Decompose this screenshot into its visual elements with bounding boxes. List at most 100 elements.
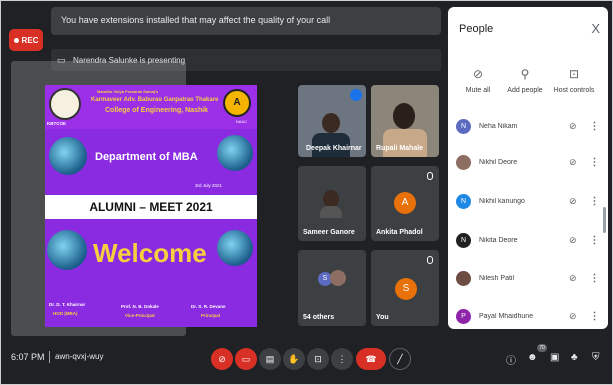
more-options-icon[interactable]: ⋮ <box>590 196 600 207</box>
record-icon <box>13 37 19 43</box>
add-people-label: Add people <box>507 87 543 94</box>
participant-name: Nikhil Deore <box>479 158 518 166</box>
decor-people-image <box>49 137 87 175</box>
naac-badge-icon: A <box>223 89 251 117</box>
participant-count-badge: 70 <box>537 344 547 352</box>
bottom-toolbar: 6:07 PM awn-qvxj-wuy ⊘ ▭ ▤ ✋ ⊡ ⋮ ☎ ╱ ⓘ ☻… <box>1 336 612 384</box>
mic-off-icon[interactable]: ⊘ <box>569 235 577 246</box>
participant-tile[interactable]: A Ankita Phadol <box>371 166 439 241</box>
activities-button[interactable]: ╱ <box>389 348 411 370</box>
decor-tech-image <box>217 135 253 171</box>
info-icon[interactable]: ⓘ <box>506 352 516 367</box>
slide-date: 3rd July 2021 <box>195 183 223 188</box>
mic-off-icon[interactable]: ⊘ <box>569 273 577 284</box>
mute-all-label: Mute all <box>465 87 491 94</box>
participant-name: Payal Mhaidhune <box>479 312 534 320</box>
tile-name: You <box>376 314 389 321</box>
participant-photo-body <box>383 129 427 157</box>
avatar: A <box>394 192 416 214</box>
person-name-3: Dr. S. R. Devane <box>191 304 226 309</box>
participant-row[interactable]: N Neha Nikam ⊘ ⋮ <box>456 115 606 137</box>
decor-globe-image <box>47 230 87 270</box>
more-options-icon[interactable]: ⋮ <box>590 273 600 284</box>
person-name-2: Prof. N. B. Dokale <box>121 304 159 309</box>
participant-name: Neha Nikam <box>479 122 518 130</box>
host-controls-label: Host controls <box>553 87 595 94</box>
avatar <box>456 270 471 286</box>
slide-welcome: Welcome <box>93 238 207 268</box>
raise-hand-button[interactable]: ✋ <box>283 348 305 370</box>
naac-label: NAAC <box>235 119 247 124</box>
participant-name: Nikhil kanungo <box>479 197 525 205</box>
slide-department: Department of MBA <box>95 151 198 163</box>
leave-call-button[interactable]: ☎ <box>356 348 386 370</box>
chat-icon[interactable]: ▣ <box>550 352 559 363</box>
participant-row[interactable]: Nikhil Deore ⊘ ⋮ <box>456 151 606 173</box>
activities-icon[interactable]: ♣ <box>571 352 578 363</box>
present-button[interactable]: ⊡ <box>307 348 329 370</box>
participant-tile[interactable]: Deepak Khairnar <box>298 85 366 157</box>
mic-off-icon[interactable]: ⊘ <box>569 311 577 322</box>
more-options-icon[interactable]: ⋮ <box>590 235 600 246</box>
host-controls-button[interactable]: ⊡ Host controls <box>544 67 604 94</box>
mic-toggle-button[interactable]: ⊘ <box>211 348 233 370</box>
more-options-icon[interactable]: ⋮ <box>590 157 600 168</box>
participant-tile[interactable]: Rupali Mahale <box>371 85 439 157</box>
notice-text: You have extensions installed that may a… <box>61 15 331 25</box>
mic-off-icon <box>427 172 433 180</box>
institute-line2: Karmaveer Adv. Baburao Ganpatrao Thakare <box>91 97 219 103</box>
camera-toggle-button[interactable]: ▭ <box>235 348 257 370</box>
meeting-code: awn-qvxj-wuy <box>55 352 104 361</box>
avatar-group-icon <box>330 270 346 286</box>
avatar: S <box>395 278 417 300</box>
avatar: N <box>456 193 471 209</box>
people-icon[interactable]: ☻ <box>527 352 538 363</box>
participant-tile[interactable]: Sameer Ganore <box>298 166 366 241</box>
person-name-1: Dr. D. T. Khairnar <box>49 302 86 307</box>
panel-title: People <box>459 23 494 35</box>
extensions-notice: You have extensions installed that may a… <box>51 7 441 35</box>
more-options-button[interactable]: ⋮ <box>331 348 353 370</box>
mic-off-icon: ⊘ <box>218 353 226 364</box>
avatar: P <box>456 308 471 324</box>
tile-name: 54 others <box>303 314 335 321</box>
college-logo-icon <box>49 88 81 120</box>
avatar: N <box>456 118 471 134</box>
participant-row[interactable]: N Nikita Deore ⊘ ⋮ <box>456 229 606 251</box>
captions-button[interactable]: ▤ <box>259 348 281 370</box>
recording-indicator: REC <box>9 29 43 51</box>
captions-icon: ▤ <box>265 353 275 364</box>
decor-network-image <box>217 230 253 266</box>
rec-label: REC <box>21 35 39 45</box>
participant-photo <box>393 103 415 129</box>
more-options-icon[interactable]: ⋮ <box>590 121 600 132</box>
participant-name: Nilesh Patil <box>479 274 515 282</box>
present-icon: ⊡ <box>314 353 322 364</box>
participant-tile[interactable]: S 54 others <box>298 250 366 326</box>
avatar: N <box>456 232 471 248</box>
event-banner: ALUMNI – MEET 2021 <box>45 195 257 219</box>
participant-photo <box>322 113 340 133</box>
participant-row[interactable]: Nilesh Patil ⊘ ⋮ <box>456 267 606 289</box>
tile-name: Ankita Phadol <box>376 229 423 236</box>
participant-photo-body <box>320 206 342 218</box>
avatar <box>456 154 471 170</box>
mic-off-icon[interactable]: ⊘ <box>569 157 577 168</box>
more-options-icon[interactable]: ⋮ <box>590 311 600 322</box>
self-tile[interactable]: S You <box>371 250 439 326</box>
mic-off-icon[interactable]: ⊘ <box>569 121 577 132</box>
panel-scrollbar[interactable] <box>603 207 606 233</box>
clock: 6:07 PM <box>11 352 45 362</box>
close-button[interactable]: X <box>591 21 600 36</box>
participant-row[interactable]: P Payal Mhaidhune ⊘ ⋮ <box>456 305 606 327</box>
mic-off-icon[interactable]: ⊘ <box>569 196 577 207</box>
activities-icon: ╱ <box>397 353 403 364</box>
speaking-icon <box>350 89 362 101</box>
tile-name: Sameer Ganore <box>303 229 355 236</box>
participant-row[interactable]: N Nikhil kanungo ⊘ ⋮ <box>456 190 606 212</box>
divider <box>49 351 50 363</box>
meet-window: You have extensions installed that may a… <box>0 0 613 385</box>
presentation-slide: KBTCOE Maratha Vidya Prasarak Samaj's Ka… <box>45 85 257 327</box>
shield-icon[interactable]: ⛨ <box>592 352 600 363</box>
tile-name: Rupali Mahale <box>376 145 424 152</box>
